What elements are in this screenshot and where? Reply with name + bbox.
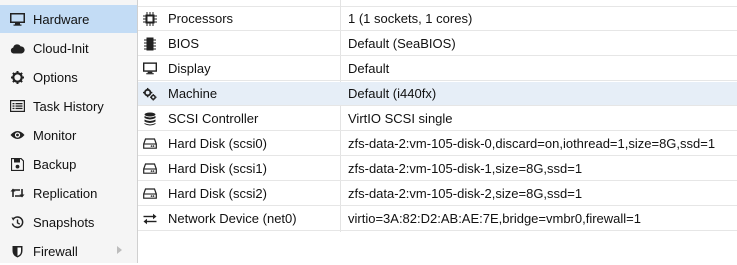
sidebar-item-label: Task History: [33, 98, 104, 114]
row-name: Machine: [168, 86, 218, 101]
sidebar-item-snapshots[interactable]: Snapshots: [0, 208, 137, 236]
sidebar-item-firewall[interactable]: Firewall: [0, 237, 137, 265]
sidebar-item-monitor[interactable]: Monitor: [0, 121, 137, 149]
sidebar-item-label: Snapshots: [33, 214, 95, 230]
history-icon: [9, 214, 25, 230]
sidebar-item-options[interactable]: Options: [0, 63, 137, 91]
sidebar-item-backup[interactable]: Backup: [0, 150, 137, 178]
table-row[interactable]: Network Device (net0) virtio=3A:82:D2:AB…: [138, 207, 737, 231]
hdd-icon: [143, 162, 157, 176]
eye-icon: [9, 127, 25, 143]
table-row[interactable]: Hard Disk (scsi1) zfs-data-2:vm-105-disk…: [138, 157, 737, 181]
row-value: Default: [348, 61, 390, 76]
sidebar-item-label: Monitor: [33, 127, 77, 143]
sidebar-item-label: Replication: [33, 185, 98, 201]
row-name: Display: [168, 61, 211, 76]
sidebar-item-label: Firewall: [33, 243, 78, 259]
row-value: zfs-data-2:vm-105-disk-0,discard=on,ioth…: [348, 136, 716, 151]
sidebar: Hardware Cloud-Init Options Task History…: [0, 0, 138, 263]
table-row[interactable]: Processors 1 (1 sockets, 1 cores): [138, 7, 737, 31]
grid-top-row: [138, 0, 737, 7]
row-value: Default (SeaBIOS): [348, 36, 456, 51]
desktop-icon: [143, 62, 157, 76]
table-row[interactable]: Display Default: [138, 57, 737, 81]
row-name: BIOS: [168, 36, 200, 51]
shield-icon: [9, 243, 25, 259]
table-row-selected[interactable]: Machine Default (i440fx): [138, 82, 737, 106]
gear-icon: [9, 69, 25, 85]
table-row[interactable]: Hard Disk (scsi2) zfs-data-2:vm-105-disk…: [138, 182, 737, 206]
cloud-icon: [9, 40, 25, 56]
row-value: zfs-data-2:vm-105-disk-1,size=8G,ssd=1: [348, 161, 583, 176]
sidebar-item-label: Backup: [33, 156, 77, 172]
database-icon: [143, 112, 157, 126]
exchange-icon: [143, 212, 157, 226]
hdd-icon: [143, 187, 157, 201]
hardware-grid: Processors 1 (1 sockets, 1 cores) BIOS D…: [138, 0, 737, 263]
sidebar-item-label: Options: [33, 69, 78, 85]
sidebar-item-hardware[interactable]: Hardware: [0, 5, 137, 33]
row-name: Hard Disk (scsi0): [168, 136, 267, 151]
monitor-icon: [9, 11, 25, 27]
row-name: Hard Disk (scsi2): [168, 186, 267, 201]
row-value: Default (i440fx): [348, 86, 437, 101]
row-name: Network Device (net0): [168, 211, 297, 226]
retweet-icon: [9, 185, 25, 201]
list-icon: [9, 98, 25, 114]
hdd-icon: [143, 137, 157, 151]
table-row[interactable]: BIOS Default (SeaBIOS): [138, 32, 737, 56]
cogs-icon: [143, 87, 157, 101]
table-row[interactable]: Hard Disk (scsi0) zfs-data-2:vm-105-disk…: [138, 132, 737, 156]
row-value: zfs-data-2:vm-105-disk-2,size=8G,ssd=1: [348, 186, 583, 201]
sidebar-item-task-history[interactable]: Task History: [0, 92, 137, 120]
row-value: VirtIO SCSI single: [348, 111, 453, 126]
row-name: SCSI Controller: [168, 111, 259, 126]
sidebar-item-label: Cloud-Init: [33, 40, 89, 56]
row-value: virtio=3A:82:D2:AB:AE:7E,bridge=vmbr0,fi…: [348, 211, 642, 226]
sidebar-item-replication[interactable]: Replication: [0, 179, 137, 207]
row-name: Hard Disk (scsi1): [168, 161, 267, 176]
sidebar-item-label: Hardware: [33, 11, 90, 27]
sidebar-item-cloud-init[interactable]: Cloud-Init: [0, 34, 137, 62]
floppy-icon: [9, 156, 25, 172]
cpu-icon: [143, 11, 157, 26]
table-row[interactable]: SCSI Controller VirtIO SCSI single: [138, 107, 737, 131]
microchip-icon: [143, 37, 157, 51]
submenu-arrow-icon: [117, 246, 122, 254]
row-name: Processors: [168, 11, 234, 26]
row-value: 1 (1 sockets, 1 cores): [348, 11, 473, 26]
